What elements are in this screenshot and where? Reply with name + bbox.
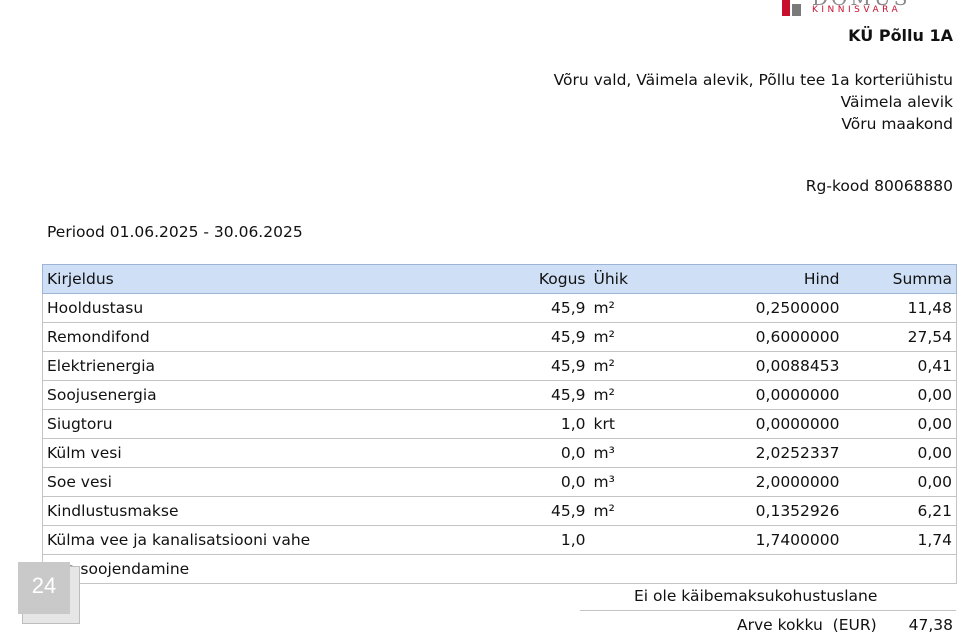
- cell-price: 1,7400000: [649, 525, 844, 555]
- vat-note: Ei ole käibemaksukohustuslane: [634, 587, 878, 605]
- cell-unit: m²: [589, 496, 650, 526]
- address-line: Võru maakond: [841, 115, 953, 133]
- cell-unit: krt: [589, 409, 650, 439]
- cell-quantity: 45,9: [482, 293, 590, 323]
- cell-quantity: 1,0: [482, 409, 590, 439]
- registry-code: Rg-kood 80068880: [805, 177, 953, 195]
- table-row: Soe vesi 0,0 m³ 2,0000000 0,00: [42, 467, 957, 497]
- logo-subtitle: KINNISVARA: [812, 5, 902, 15]
- cell-price: 0,6000000: [649, 322, 844, 352]
- table-row: Külm vesi 0,0 m³ 2,0252337 0,00: [42, 438, 957, 468]
- cell-price: 0,1352926: [649, 496, 844, 526]
- cell-quantity: 45,9: [482, 351, 590, 381]
- cell-description: Soojusenergia: [42, 380, 483, 410]
- cell-unit: m²: [589, 322, 650, 352]
- cell-sum: [843, 554, 957, 584]
- cell-sum: 0,00: [843, 409, 957, 439]
- cell-sum: 6,21: [843, 496, 957, 526]
- cell-quantity: 0,0: [482, 438, 590, 468]
- column-header-sum: Summa: [843, 264, 957, 294]
- cell-price: 0,0088453: [649, 351, 844, 381]
- cell-quantity: 45,9: [482, 322, 590, 352]
- column-header-description: Kirjeldus: [42, 264, 483, 294]
- cell-description: Külm vesi: [42, 438, 483, 468]
- cell-sum: 11,48: [843, 293, 957, 323]
- cell-quantity: [482, 554, 590, 584]
- cell-description: Külma vee ja kanalisatsiooni vahe: [42, 525, 483, 555]
- cell-sum: 0,41: [843, 351, 957, 381]
- address-line: Väimela alevik: [840, 93, 953, 111]
- table-row: Hooldustasu 45,9 m² 0,2500000 11,48: [42, 293, 957, 323]
- cell-price: 0,0000000: [649, 409, 844, 439]
- cell-sum: 27,54: [843, 322, 957, 352]
- table-row: Elektrienergia 45,9 m² 0,0088453 0,41: [42, 351, 957, 381]
- address-line: Võru vald, Väimela alevik, Põllu tee 1a …: [553, 71, 953, 89]
- cell-unit: m²: [589, 293, 650, 323]
- cell-unit: m²: [589, 351, 650, 381]
- cell-sum: 0,00: [843, 467, 957, 497]
- cell-price: 0,2500000: [649, 293, 844, 323]
- address-block: Võru vald, Väimela alevik, Põllu tee 1a …: [554, 69, 953, 135]
- cell-price: 0,0000000: [649, 380, 844, 410]
- cell-unit: [589, 525, 650, 555]
- column-header-price: Hind: [649, 264, 844, 294]
- cell-unit: m³: [589, 438, 650, 468]
- cell-description: Soe vesi: [42, 467, 483, 497]
- cell-sum: 0,00: [843, 438, 957, 468]
- cell-quantity: 45,9: [482, 496, 590, 526]
- table-row: Remondifond 45,9 m² 0,6000000 27,54: [42, 322, 957, 352]
- table-row: Vee soojendamine: [42, 554, 957, 584]
- table-header-row: Kirjeldus Kogus Ühik Hind Summa: [42, 264, 957, 294]
- column-header-quantity: Kogus: [482, 264, 590, 294]
- table-row: Külma vee ja kanalisatsiooni vahe 1,0 1,74…: [42, 525, 957, 555]
- cell-unit: m³: [589, 467, 650, 497]
- divider: [580, 610, 956, 611]
- cell-description: Hooldustasu: [42, 293, 483, 323]
- cell-price: 2,0000000: [649, 467, 844, 497]
- cell-price: [649, 554, 844, 584]
- cell-description: Elektrienergia: [42, 351, 483, 381]
- column-header-unit: Ühik: [589, 264, 650, 294]
- cell-sum: 1,74: [843, 525, 957, 555]
- cell-price: 2,0252337: [649, 438, 844, 468]
- cell-description: Kindlustusmakse: [42, 496, 483, 526]
- total-value: 47,38: [908, 616, 953, 634]
- table-row: Soojusenergia 45,9 m² 0,0000000 0,00: [42, 380, 957, 410]
- cell-description: Vee soojendamine: [42, 554, 483, 584]
- cell-description: Remondifond: [42, 322, 483, 352]
- table-body: Hooldustasu 45,9 m² 0,2500000 11,48 Remondifo…: [42, 293, 957, 584]
- domus-logo: DOMUS KINNISVARA: [782, 0, 932, 16]
- cell-quantity: 1,0: [482, 525, 590, 555]
- cell-quantity: 0,0: [482, 467, 590, 497]
- cell-unit: [589, 554, 650, 584]
- badge-label: 24: [18, 562, 70, 614]
- table-row: Siugtoru 1,0 krt 0,0000000 0,00: [42, 409, 957, 439]
- logo-mark-icon: [782, 0, 802, 16]
- cell-quantity: 45,9: [482, 380, 590, 410]
- table-row: Kindlustusmakse 45,9 m² 0,1352926 6,21: [42, 496, 957, 526]
- cell-description: Siugtoru: [42, 409, 483, 439]
- cell-unit: m²: [589, 380, 650, 410]
- total-label: Arve kokku (EUR): [737, 616, 877, 634]
- billing-period: Periood 01.06.2025 - 30.06.2025: [47, 223, 303, 241]
- page-count-badge[interactable]: 24: [18, 562, 80, 624]
- cell-sum: 0,00: [843, 380, 957, 410]
- invoice-table: Kirjeldus Kogus Ühik Hind Summa Hooldust…: [42, 264, 957, 584]
- association-title: KÜ Põllu 1A: [848, 26, 953, 45]
